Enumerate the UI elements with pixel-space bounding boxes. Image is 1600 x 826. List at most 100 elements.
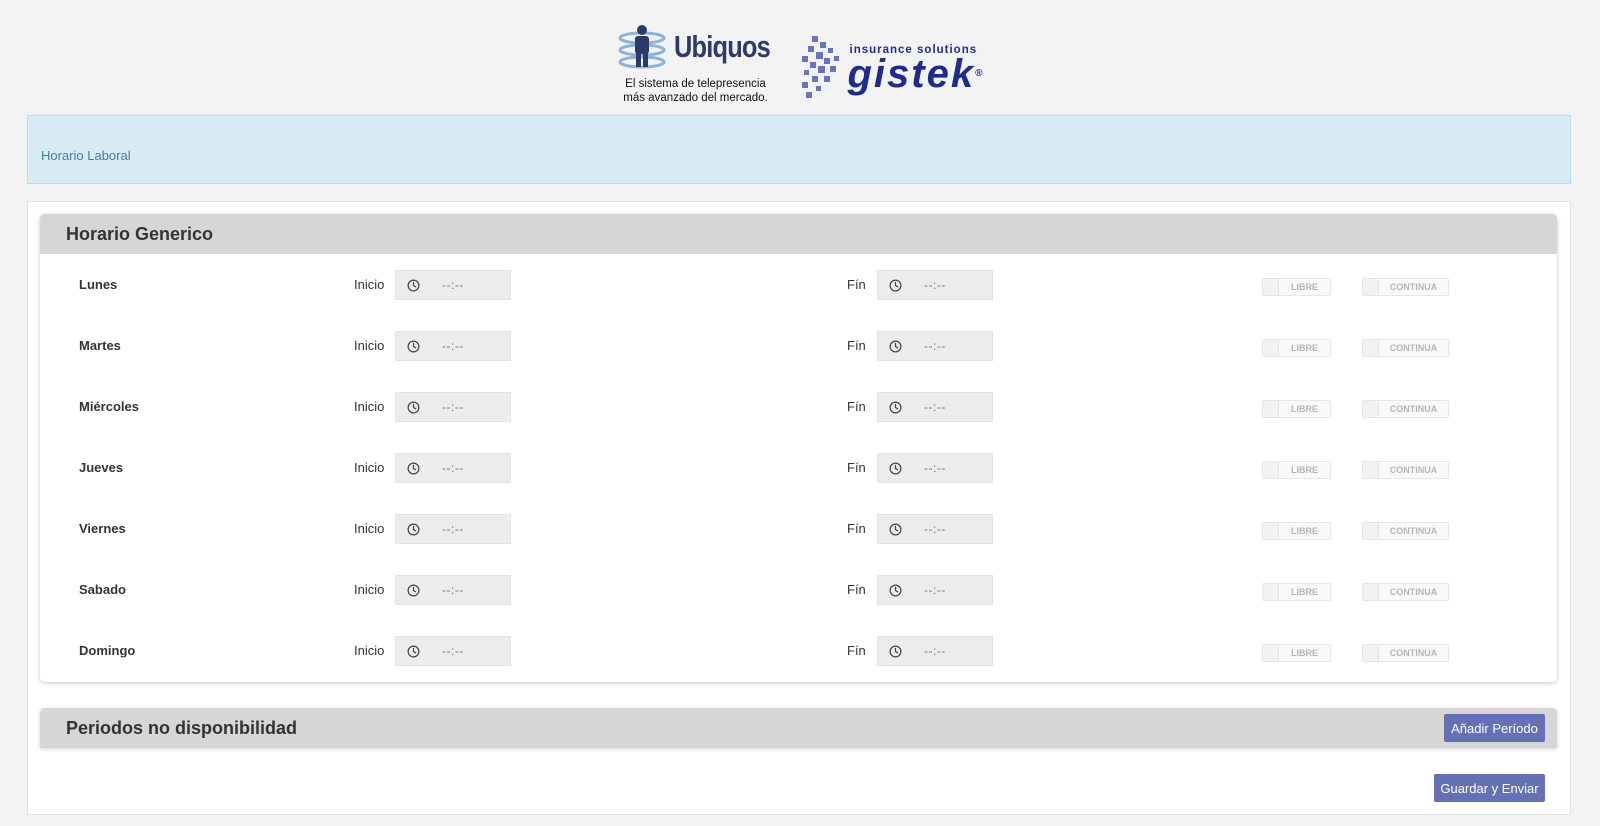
periods-title: Periodos no disponibilidad xyxy=(66,718,298,738)
day-row: Lunes Inicio --:-- Fín --:-- LIBRE CONTI… xyxy=(40,269,1557,301)
toggle-knob xyxy=(1263,462,1279,478)
continuous-toggle[interactable]: CONTINUA xyxy=(1362,522,1449,540)
day-row: Domingo Inicio --:-- Fín --:-- LIBRE CON… xyxy=(40,635,1557,667)
toggle-label: CONTINUA xyxy=(1389,282,1438,292)
clock-icon[interactable] xyxy=(878,332,912,360)
end-time-value: --:-- xyxy=(924,339,946,353)
toggle-knob xyxy=(1363,523,1379,539)
toggle-label: CONTINUA xyxy=(1389,465,1438,475)
toggle-knob xyxy=(1263,523,1279,539)
save-and-send-button[interactable]: Guardar y Enviar xyxy=(1434,774,1545,802)
start-time-input[interactable]: --:-- xyxy=(395,636,511,666)
clock-icon[interactable] xyxy=(396,271,430,299)
gistek-brand-text: gistek xyxy=(847,52,976,96)
clock-icon[interactable] xyxy=(878,637,912,665)
end-time-value: --:-- xyxy=(924,644,946,658)
toggle-label: LIBRE xyxy=(1291,465,1318,475)
start-time-input[interactable]: --:-- xyxy=(395,514,511,544)
toggle-label: LIBRE xyxy=(1291,282,1318,292)
end-time-input[interactable]: --:-- xyxy=(877,392,993,422)
start-time-input[interactable]: --:-- xyxy=(395,392,511,422)
clock-icon[interactable] xyxy=(878,271,912,299)
clock-icon[interactable] xyxy=(396,576,430,604)
continuous-toggle[interactable]: CONTINUA xyxy=(1362,278,1449,296)
end-time-value: --:-- xyxy=(924,583,946,597)
day-label: Martes xyxy=(79,338,121,353)
header-logos: Ubiquos El sistema de telepresencia más … xyxy=(0,22,1600,106)
toggle-knob xyxy=(1363,279,1379,295)
free-day-toggle[interactable]: LIBRE xyxy=(1262,278,1331,296)
free-day-toggle[interactable]: LIBRE xyxy=(1262,583,1331,601)
day-row: Martes Inicio --:-- Fín --:-- LIBRE CONT… xyxy=(40,330,1557,362)
toggle-knob xyxy=(1363,645,1379,661)
toggle-label: CONTINUA xyxy=(1389,648,1438,658)
toggle-label: CONTINUA xyxy=(1389,526,1438,536)
toggle-label: CONTINUA xyxy=(1389,404,1438,414)
start-label: Inicio xyxy=(354,521,385,536)
info-alert: Horario Laboral xyxy=(27,115,1571,184)
end-time-input[interactable]: --:-- xyxy=(877,453,993,483)
start-time-input[interactable]: --:-- xyxy=(395,270,511,300)
free-day-toggle[interactable]: LIBRE xyxy=(1262,522,1331,540)
start-time-value: --:-- xyxy=(442,522,464,536)
end-time-value: --:-- xyxy=(924,522,946,536)
end-time-value: --:-- xyxy=(924,278,946,292)
start-time-input[interactable]: --:-- xyxy=(395,453,511,483)
start-label: Inicio xyxy=(354,643,385,658)
free-day-toggle[interactable]: LIBRE xyxy=(1262,339,1331,357)
clock-icon[interactable] xyxy=(396,332,430,360)
schedule-card-header: Horario Generico xyxy=(40,214,1557,254)
end-time-input[interactable]: --:-- xyxy=(877,331,993,361)
continuous-toggle[interactable]: CONTINUA xyxy=(1362,339,1449,357)
toggle-knob xyxy=(1363,340,1379,356)
clock-icon[interactable] xyxy=(878,454,912,482)
continuous-toggle[interactable]: CONTINUA xyxy=(1362,583,1449,601)
start-time-value: --:-- xyxy=(442,400,464,414)
start-label: Inicio xyxy=(354,399,385,414)
toggle-knob xyxy=(1363,584,1379,600)
clock-icon[interactable] xyxy=(878,393,912,421)
schedule-card: Horario Generico Lunes Inicio --:-- Fín … xyxy=(40,214,1557,682)
ubiquos-tagline-line-2: más avanzado del mercado. xyxy=(623,92,768,104)
day-label: Domingo xyxy=(79,643,136,658)
day-label: Lunes xyxy=(79,277,118,292)
toggle-label: CONTINUA xyxy=(1389,587,1438,597)
clock-icon[interactable] xyxy=(396,393,430,421)
end-label: Fín xyxy=(847,399,866,414)
start-time-value: --:-- xyxy=(442,583,464,597)
end-label: Fín xyxy=(847,277,866,292)
start-label: Inicio xyxy=(354,277,385,292)
free-day-toggle[interactable]: LIBRE xyxy=(1262,461,1331,479)
end-time-input[interactable]: --:-- xyxy=(877,636,993,666)
clock-icon[interactable] xyxy=(878,576,912,604)
day-row: Miércoles Inicio --:-- Fín --:-- LIBRE C… xyxy=(40,391,1557,423)
end-label: Fín xyxy=(847,521,866,536)
clock-icon[interactable] xyxy=(396,637,430,665)
gistek-pixel-icon xyxy=(801,36,839,98)
free-day-toggle[interactable]: LIBRE xyxy=(1262,644,1331,662)
continuous-toggle[interactable]: CONTINUA xyxy=(1362,400,1449,418)
start-time-value: --:-- xyxy=(442,461,464,475)
end-time-value: --:-- xyxy=(924,461,946,475)
clock-icon[interactable] xyxy=(878,515,912,543)
start-time-value: --:-- xyxy=(442,339,464,353)
day-label: Viernes xyxy=(79,521,126,536)
clock-icon[interactable] xyxy=(396,515,430,543)
end-time-input[interactable]: --:-- xyxy=(877,514,993,544)
continuous-toggle[interactable]: CONTINUA xyxy=(1362,461,1449,479)
gistek-registered-mark: ® xyxy=(975,68,985,79)
end-label: Fín xyxy=(847,460,866,475)
continuous-toggle[interactable]: CONTINUA xyxy=(1362,644,1449,662)
end-time-input[interactable]: --:-- xyxy=(877,270,993,300)
add-period-button[interactable]: Añadir Período xyxy=(1444,714,1545,742)
toggle-knob xyxy=(1263,584,1279,600)
day-row: Jueves Inicio --:-- Fín --:-- LIBRE CONT… xyxy=(40,452,1557,484)
clock-icon[interactable] xyxy=(396,454,430,482)
start-time-input[interactable]: --:-- xyxy=(395,331,511,361)
start-time-input[interactable]: --:-- xyxy=(395,575,511,605)
ubiquos-tagline: El sistema de telepresencia más avanzado… xyxy=(623,77,767,105)
ubiquos-brand-name: Ubiquos xyxy=(674,29,771,64)
free-day-toggle[interactable]: LIBRE xyxy=(1262,400,1331,418)
toggle-label: LIBRE xyxy=(1291,587,1318,597)
end-time-input[interactable]: --:-- xyxy=(877,575,993,605)
